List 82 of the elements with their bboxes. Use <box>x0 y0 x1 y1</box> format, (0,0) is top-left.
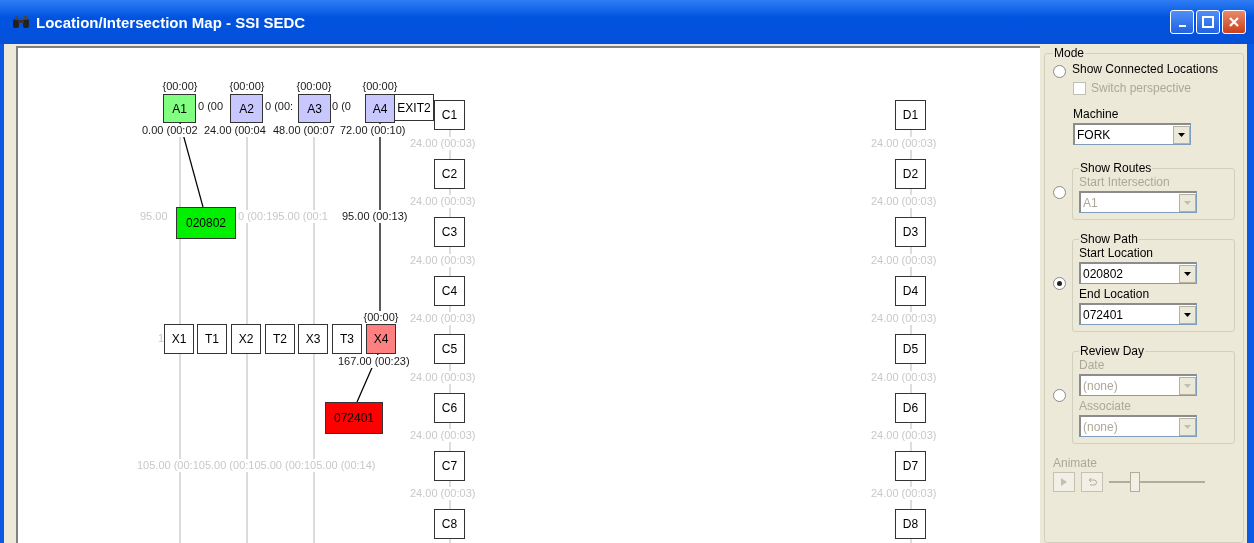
animate-label: Animate <box>1053 456 1098 470</box>
caret-icon <box>1184 271 1191 276</box>
distance-label: 167.00 (00:23) <box>338 355 410 368</box>
dropdown[interactable]: 072401 <box>1079 303 1197 325</box>
field-label: Machine <box>1073 107 1120 121</box>
map-node[interactable]: D2 <box>895 159 926 189</box>
map-node[interactable]: A3 <box>298 94 331 123</box>
map-node[interactable]: X1 <box>164 324 194 354</box>
map-node[interactable]: A4 <box>365 94 395 123</box>
map-node[interactable]: A1 <box>163 94 196 123</box>
binoculars-icon <box>12 15 30 29</box>
map-node[interactable]: C8 <box>434 509 465 539</box>
window-title: Location/Intersection Map - SSI SEDC <box>36 13 307 31</box>
caret-icon <box>1184 312 1191 317</box>
distance-label: {00:00} <box>296 80 332 93</box>
map-node[interactable]: C3 <box>434 217 465 247</box>
map-node[interactable]: 072401 <box>325 402 383 434</box>
map-node[interactable]: D5 <box>895 334 926 364</box>
checkbox-label: Switch perspective <box>1091 81 1192 95</box>
distance-label: 0 (00: <box>265 100 294 113</box>
map-node[interactable]: D6 <box>895 393 926 423</box>
field-label: Associate <box>1079 399 1133 413</box>
minimize-icon <box>1178 25 1186 27</box>
map-node[interactable]: C6 <box>434 393 465 423</box>
map-node[interactable]: D1 <box>895 100 926 130</box>
distance-label: 48.00 (00:07 <box>273 124 335 137</box>
speed-slider[interactable] <box>1109 472 1205 492</box>
group-title: Mode <box>1053 46 1086 60</box>
radio-button[interactable] <box>1053 65 1066 78</box>
distance-label: 72.00 (00:10) <box>340 124 406 137</box>
group-title: Show Routes <box>1079 161 1153 175</box>
map-node[interactable]: C4 <box>434 276 465 306</box>
radio-button[interactable] <box>1053 277 1066 290</box>
minimize-button[interactable] <box>1170 10 1194 34</box>
option-label: Show Connected Locations <box>1072 62 1219 76</box>
field-label: End Location <box>1079 287 1151 301</box>
map-node[interactable]: 020802 <box>176 207 236 239</box>
caret-icon <box>1184 200 1191 205</box>
play-icon <box>1061 478 1067 486</box>
map-node[interactable]: C5 <box>434 334 465 364</box>
maximize-button[interactable] <box>1196 10 1220 34</box>
repeat-icon <box>1087 477 1097 487</box>
group-title: Review Day <box>1079 344 1146 358</box>
map-node[interactable]: EXIT2 <box>394 94 434 121</box>
map-node[interactable]: D8 <box>895 509 926 539</box>
map-node[interactable]: D7 <box>895 451 926 481</box>
distance-label: {00:00} <box>162 80 198 93</box>
map-node[interactable]: T3 <box>332 324 362 354</box>
map-node[interactable]: D3 <box>895 217 926 247</box>
radio-button[interactable] <box>1053 185 1066 199</box>
close-button[interactable] <box>1222 10 1246 34</box>
map-node[interactable]: T1 <box>197 324 227 354</box>
distance-label: {00:00} <box>229 80 265 93</box>
caret-icon <box>1178 132 1185 137</box>
close-icon <box>1228 16 1240 28</box>
group-title: Show Path <box>1079 232 1140 246</box>
distance-label: 95.00 (00:13) <box>342 210 408 223</box>
map-node[interactable]: X2 <box>231 324 261 354</box>
field-label: Start Location <box>1079 246 1155 260</box>
distance-label: 0.00 (00:02 <box>142 124 198 137</box>
distance-label: {00:00} <box>363 311 399 324</box>
repeat-button[interactable] <box>1081 472 1103 492</box>
caret-icon <box>1184 424 1191 429</box>
distance-label: 0 (00 <box>198 100 224 113</box>
field-label: Date <box>1079 358 1106 372</box>
map-node[interactable]: C2 <box>434 159 465 189</box>
map-node[interactable]: T2 <box>265 324 295 354</box>
map-node[interactable]: D4 <box>895 276 926 306</box>
map-node[interactable]: X4 <box>366 324 396 354</box>
maximize-icon <box>1202 16 1214 28</box>
dropdown[interactable]: 020802 <box>1079 262 1197 284</box>
dropdown[interactable]: FORK <box>1073 123 1191 145</box>
radio-button[interactable] <box>1053 389 1066 402</box>
distance-label: 0 (0 <box>332 100 351 113</box>
map-node[interactable]: X3 <box>298 324 328 354</box>
map-node[interactable]: C7 <box>434 451 465 481</box>
map-node[interactable]: A2 <box>230 94 263 123</box>
field-label: Start Intersection <box>1079 175 1171 189</box>
distance-label: {00:00} <box>362 80 398 93</box>
map-node[interactable]: C1 <box>434 100 465 130</box>
distance-label: 24.00 (00:04 <box>204 124 266 137</box>
caret-icon <box>1184 383 1191 388</box>
